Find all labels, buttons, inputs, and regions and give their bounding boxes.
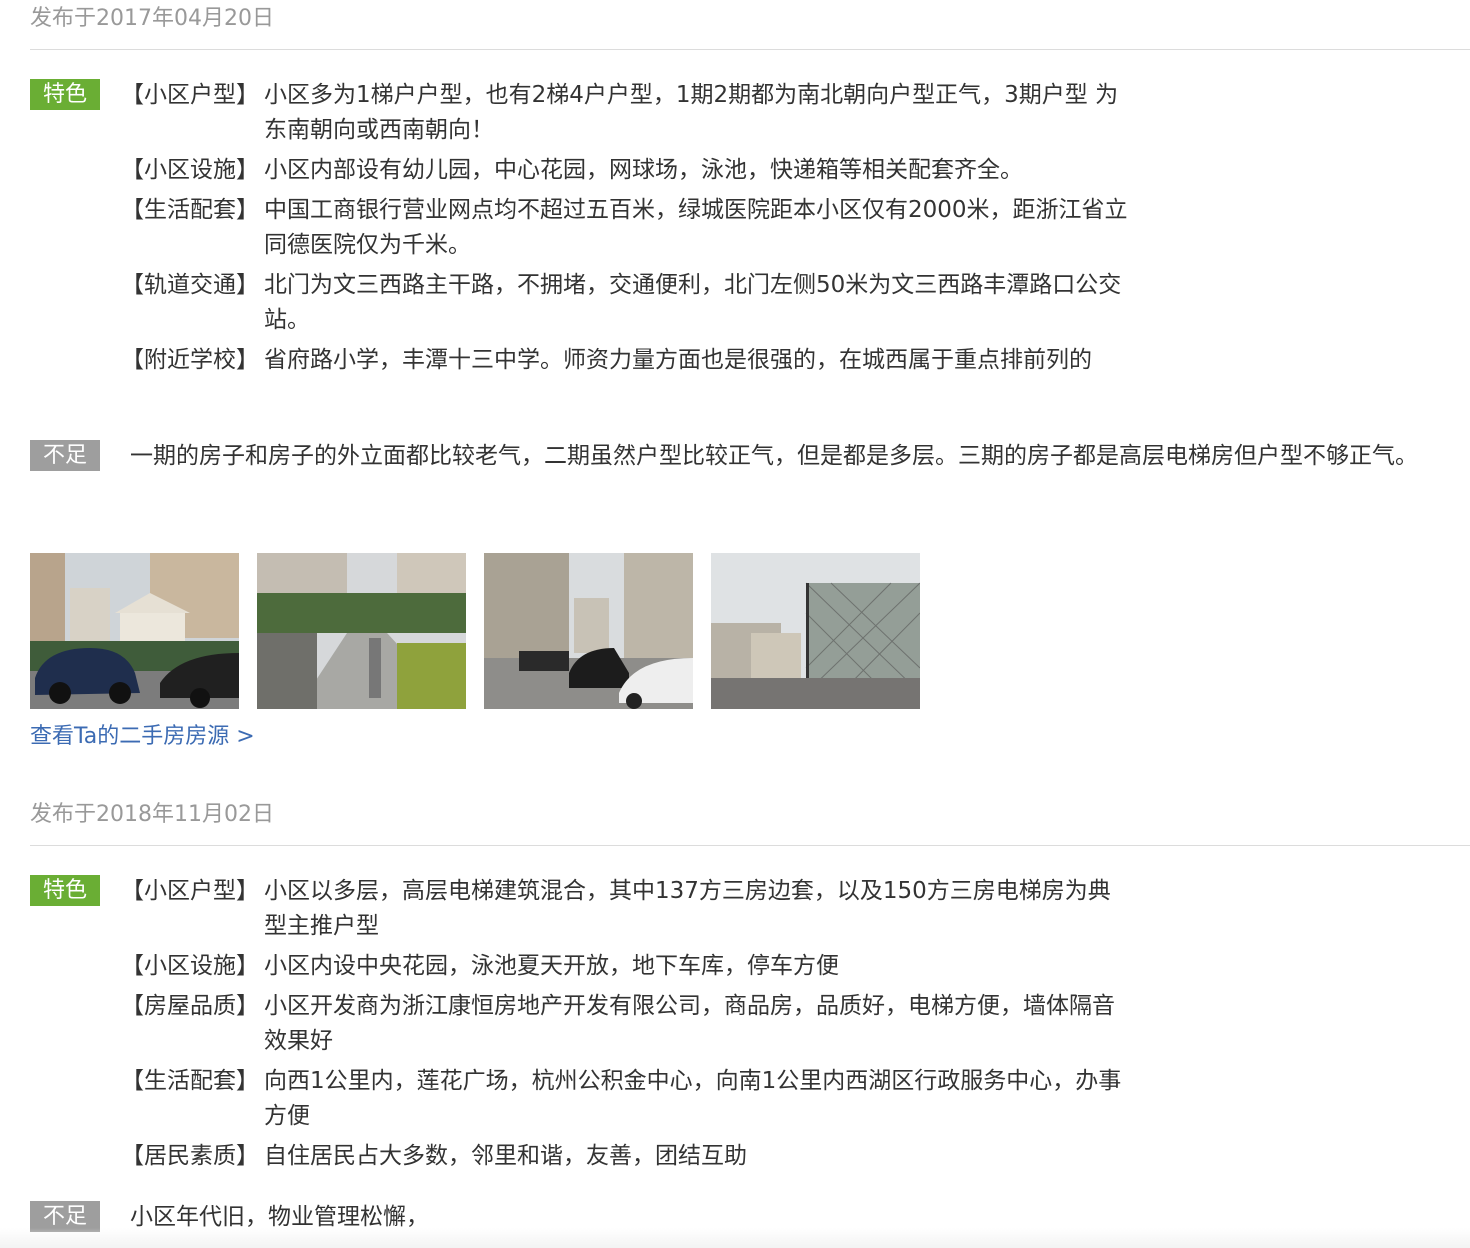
feature-list: 【小区户型】 小区以多层，高层电梯建筑混合，其中137方三房边套，以及150方三… xyxy=(121,874,1131,1179)
review-date: 发布于2017年04月20日 xyxy=(30,6,274,31)
feature-item: 【小区户型】 小区以多层，高层电梯建筑混合，其中137方三房边套，以及150方三… xyxy=(121,874,1131,944)
review-date: 发布于2018年11月02日 xyxy=(30,802,274,827)
view-listings-link[interactable]: 查看Ta的二手房房源 > xyxy=(30,722,255,752)
feature-item: 【居民素质】 自住居民占大多数，邻里和谐，友善，团结互助 xyxy=(121,1139,1131,1174)
community-photo[interactable] xyxy=(257,553,466,709)
feature-text: 小区内部设有幼儿园，中心花园，网球场，泳池，快递箱等相关配套齐全。 xyxy=(264,157,1023,183)
feature-text: 小区开发商为浙江康恒房地产开发有限公司，商品房，品质好，电梯方便，墙体隔音效果好 xyxy=(264,993,1115,1054)
feature-label: 【小区设施】 xyxy=(121,157,259,183)
feature-label: 【轨道交通】 xyxy=(121,272,259,298)
feature-label: 【小区户型】 xyxy=(121,82,259,108)
feature-text: 向西1公里内，莲花广场，杭州公积金中心，向南1公里内西湖区行政服务中心，办事方便 xyxy=(264,1068,1122,1129)
feature-label: 【生活配套】 xyxy=(121,197,259,223)
feature-item: 【小区设施】 小区内设中央花园，泳池夏天开放，地下车库，停车方便 xyxy=(121,949,1131,984)
divider xyxy=(30,49,1470,50)
feature-text: 自住居民占大多数，邻里和谐，友善，团结互助 xyxy=(264,1143,747,1169)
community-photo[interactable] xyxy=(484,553,693,709)
feature-text: 小区以多层，高层电梯建筑混合，其中137方三房边套，以及150方三房电梯房为典型… xyxy=(264,878,1111,939)
feature-label: 【附近学校】 xyxy=(121,347,259,373)
feature-tag: 特色 xyxy=(30,79,100,110)
bottom-fade xyxy=(0,1228,1470,1248)
feature-tag: 特色 xyxy=(30,875,100,906)
feature-label: 【居民素质】 xyxy=(121,1143,259,1169)
feature-item: 【房屋品质】 小区开发商为浙江康恒房地产开发有限公司，商品房，品质好，电梯方便，… xyxy=(121,989,1131,1059)
feature-text: 中国工商银行营业网点均不超过五百米，绿城医院距本小区仅有2000米，距浙江省立同… xyxy=(264,197,1128,258)
feature-item: 【小区户型】 小区多为1梯户户型，也有2梯4户户型，1期2期都为南北朝向户型正气… xyxy=(121,78,1131,148)
feature-item: 【轨道交通】 北门为文三西路主干路，不拥堵，交通便利，北门左侧50米为文三西路丰… xyxy=(121,268,1131,338)
divider xyxy=(30,845,1470,846)
feature-item: 【生活配套】 中国工商银行营业网点均不超过五百米，绿城医院距本小区仅有2000米… xyxy=(121,193,1131,263)
community-photo[interactable] xyxy=(30,553,239,709)
feature-text: 小区内设中央花园，泳池夏天开放，地下车库，停车方便 xyxy=(264,953,839,979)
feature-label: 【小区设施】 xyxy=(121,953,259,979)
feature-label: 【房屋品质】 xyxy=(121,993,259,1019)
weakness-tag: 不足 xyxy=(30,440,100,471)
community-photo[interactable] xyxy=(711,553,920,709)
feature-text: 小区多为1梯户户型，也有2梯4户户型，1期2期都为南北朝向户型正气，3期户型 为… xyxy=(264,82,1119,143)
feature-item: 【附近学校】 省府路小学，丰潭十三中学。师资力量方面也是很强的，在城西属于重点排… xyxy=(121,343,1131,378)
feature-item: 【生活配套】 向西1公里内，莲花广场，杭州公积金中心，向南1公里内西湖区行政服务… xyxy=(121,1064,1131,1134)
feature-text: 省府路小学，丰潭十三中学。师资力量方面也是很强的，在城西属于重点排前列的 xyxy=(264,347,1092,373)
feature-label: 【小区户型】 xyxy=(121,878,259,904)
weakness-text: 一期的房子和房子的外立面都比较老气，二期虽然户型比较正气，但是都是多层。三期的房… xyxy=(130,443,1418,469)
feature-label: 【生活配套】 xyxy=(121,1068,259,1094)
feature-text: 北门为文三西路主干路，不拥堵，交通便利，北门左侧50米为文三西路丰潭路口公交站。 xyxy=(264,272,1122,333)
feature-item: 【小区设施】 小区内部设有幼儿园，中心花园，网球场，泳池，快递箱等相关配套齐全。 xyxy=(121,153,1131,188)
feature-list: 【小区户型】 小区多为1梯户户型，也有2梯4户户型，1期2期都为南北朝向户型正气… xyxy=(121,78,1131,383)
photo-gallery xyxy=(30,553,920,709)
